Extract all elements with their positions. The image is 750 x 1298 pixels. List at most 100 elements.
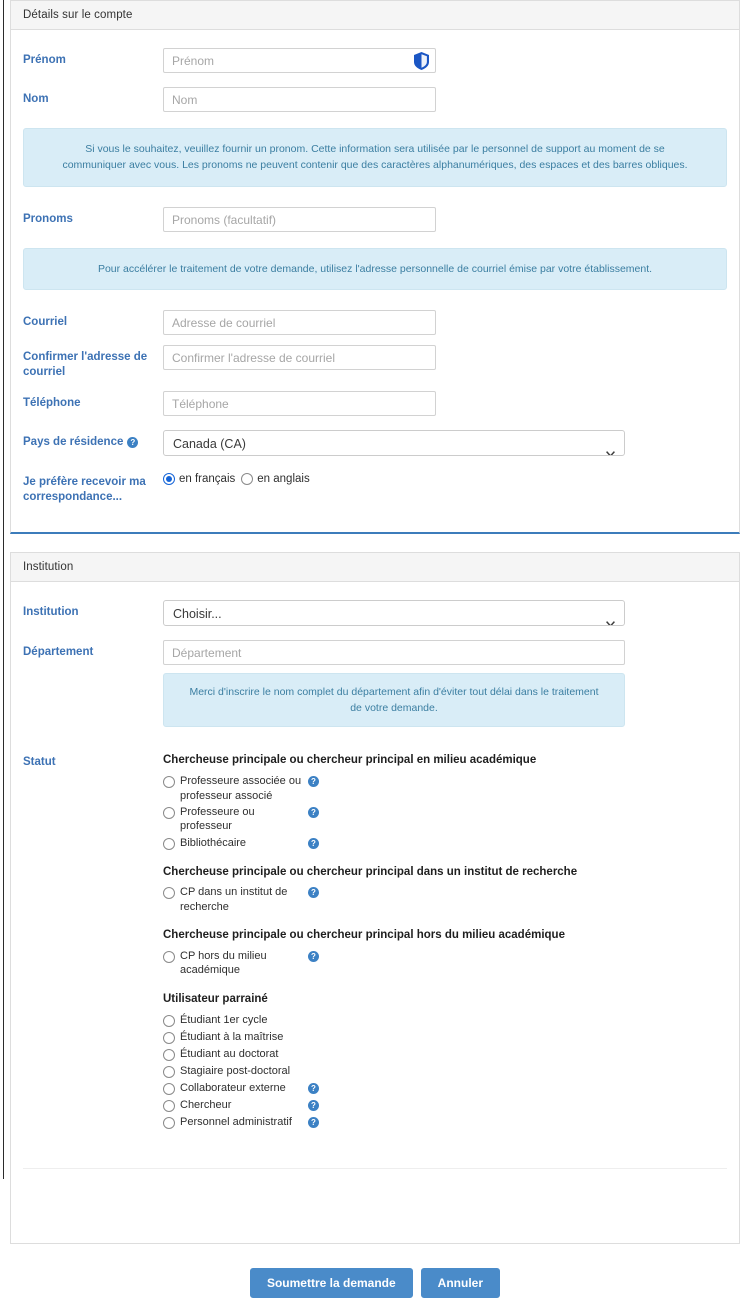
department-row: Département Département Merci d'inscrire… (23, 639, 727, 728)
status-option-label: Personnel administratif (180, 1115, 292, 1128)
pronouns-input[interactable]: Pronoms (facultatif) (163, 206, 436, 232)
status-control: Chercheuse principale ou chercheur princ… (163, 753, 727, 1143)
country-label: Pays de résidence? (23, 430, 163, 451)
account-details-panel: Détails sur le compte Prénom Prénom Nom … (10, 0, 740, 534)
status-group-academic-pi: Chercheuse principale ou chercheur princ… (163, 753, 727, 850)
associate-professor-help-icon[interactable]: ? (308, 776, 319, 788)
first-name-row: Prénom Prénom (23, 48, 727, 73)
correspondence-label: Je préfère recevoir ma correspondance... (23, 475, 146, 504)
form-actions: Soumettre la demande Annuler (10, 1262, 740, 1298)
status-option-label: CP hors du milieu académique (180, 949, 267, 977)
status-option-admin-staff[interactable]: Personnel administratif ? (163, 1115, 727, 1130)
status-option-label: Étudiant 1er cycle (180, 1013, 268, 1026)
admin-staff-help-icon[interactable]: ? (308, 1116, 319, 1128)
radio-pi-research-institute[interactable] (163, 887, 175, 900)
cancel-button[interactable]: Annuler (420, 1267, 501, 1298)
email-row: Courriel Adresse de courriel (23, 309, 727, 335)
submit-request-button[interactable]: Soumettre la demande (249, 1267, 413, 1298)
status-option-label: Stagiaire post-doctoral (180, 1064, 291, 1077)
country-help-icon[interactable]: ? (127, 436, 139, 448)
status-option-pi-non-academic[interactable]: CP hors du milieu académique ? (163, 949, 727, 978)
institution-select[interactable]: Choisir... (163, 599, 625, 626)
status-group-title: Chercheuse principale ou chercheur princ… (163, 865, 578, 878)
country-select-value: Canada (CA) (173, 436, 246, 451)
email-control: Adresse de courriel (163, 309, 727, 335)
radio-english[interactable] (241, 472, 254, 485)
language-option-english-label: en anglais (257, 472, 310, 485)
pi-non-academic-help-icon[interactable]: ? (308, 950, 319, 962)
status-option-masters[interactable]: Étudiant à la maîtrise (163, 1030, 727, 1045)
status-group-research-institute-pi: Chercheuse principale ou chercheur princ… (163, 865, 727, 915)
country-select[interactable]: Canada (CA) (163, 429, 625, 456)
pi-research-institute-help-icon[interactable]: ? (308, 887, 319, 899)
email-confirm-label: Confirmer l'adresse de courriel (23, 350, 148, 379)
status-option-associate-professor[interactable]: Professeure associée ou professeur assoc… (163, 774, 727, 803)
phone-input[interactable]: Téléphone (163, 390, 436, 416)
radio-associate-professor[interactable] (163, 776, 175, 789)
status-label: Statut (23, 756, 56, 769)
radio-postdoc[interactable] (163, 1065, 175, 1078)
status-option-undergraduate[interactable]: Étudiant 1er cycle (163, 1013, 727, 1028)
status-option-pi-research-institute[interactable]: CP dans un institut de recherche ? (163, 885, 727, 914)
email-confirm-input[interactable]: Confirmer l'adresse de courriel (163, 344, 436, 370)
radio-masters[interactable] (163, 1031, 175, 1044)
country-row: Pays de résidence? Canada (CA) (23, 429, 727, 456)
status-option-label: Chercheur (180, 1098, 232, 1111)
status-option-doctorate[interactable]: Étudiant au doctorat (163, 1047, 727, 1062)
status-option-label: Collaborateur externe (180, 1081, 286, 1094)
institution-control: Choisir... (163, 599, 727, 626)
radio-researcher[interactable] (163, 1099, 175, 1112)
email-confirm-row: Confirmer l'adresse de courriel Confirme… (23, 344, 727, 381)
status-group-title: Chercheuse principale ou chercheur princ… (163, 929, 565, 942)
radio-professor[interactable] (163, 806, 175, 819)
last-name-input[interactable]: Nom (163, 87, 436, 112)
language-option-french[interactable]: en français (163, 472, 236, 485)
pronouns-info-box: Si vous le souhaitez, veuillez fournir u… (23, 128, 727, 187)
email-input[interactable]: Adresse de courriel (163, 309, 436, 335)
page-left-edge-rule (3, 0, 4, 1179)
correspondence-row: Je préfère recevoir ma correspondance...… (23, 470, 727, 506)
external-collaborator-help-icon[interactable]: ? (308, 1082, 319, 1094)
pronouns-control: Pronoms (facultatif) (163, 206, 727, 232)
status-option-label: Étudiant au doctorat (180, 1047, 279, 1060)
phone-row: Téléphone Téléphone (23, 390, 727, 416)
registration-form: Détails sur le compte Prénom Prénom Nom … (10, 0, 740, 1298)
status-option-external-collaborator[interactable]: Collaborateur externe ? (163, 1081, 727, 1096)
radio-doctorate[interactable] (163, 1048, 175, 1061)
country-control: Canada (CA) (163, 429, 727, 456)
radio-admin-staff[interactable] (163, 1116, 175, 1129)
status-option-postdoc[interactable]: Stagiaire post-doctoral (163, 1064, 727, 1079)
language-option-french-label: en français (179, 472, 236, 485)
last-name-control: Nom (163, 87, 727, 112)
language-option-english[interactable]: en anglais (241, 472, 310, 485)
status-option-librarian[interactable]: Bibliothécaire ? (163, 836, 727, 851)
radio-librarian[interactable] (163, 837, 175, 850)
radio-undergraduate[interactable] (163, 1014, 175, 1027)
institution-panel-header: Institution (11, 552, 739, 582)
status-group-non-academic-pi: Chercheuse principale ou chercheur princ… (163, 928, 727, 978)
professor-help-icon[interactable]: ? (308, 806, 319, 818)
department-input[interactable]: Département (163, 639, 625, 665)
first-name-control: Prénom (163, 48, 727, 73)
institution-panel: Institution Institution Choisir... Dépar… (10, 551, 740, 1244)
status-group-title: Utilisateur parrainé (163, 992, 268, 1005)
radio-french[interactable] (163, 472, 175, 485)
status-option-professor[interactable]: Professeure ou professeur ? (163, 805, 727, 834)
radio-pi-non-academic[interactable] (163, 950, 175, 963)
radio-external-collaborator[interactable] (163, 1082, 175, 1095)
country-label-text: Pays de résidence (23, 435, 124, 448)
shield-icon[interactable] (414, 52, 429, 70)
phone-control: Téléphone (163, 390, 727, 416)
status-option-label: CP dans un institut de recherche (180, 886, 288, 913)
first-name-input[interactable]: Prénom (163, 48, 436, 73)
status-option-researcher[interactable]: Chercheur ? (163, 1098, 727, 1113)
language-radio-group: en français en anglais (163, 470, 727, 485)
librarian-help-icon[interactable]: ? (308, 837, 319, 849)
pronouns-row: Pronoms Pronoms (facultatif) (23, 206, 727, 232)
institution-label: Institution (23, 605, 79, 618)
chevron-down-icon (606, 440, 615, 455)
researcher-help-icon[interactable]: ? (308, 1099, 319, 1111)
department-info-box: Merci d'inscrire le nom complet du dépar… (163, 672, 625, 728)
email-label: Courriel (23, 315, 68, 328)
status-row: Statut Chercheuse principale ou chercheu… (23, 753, 727, 1143)
